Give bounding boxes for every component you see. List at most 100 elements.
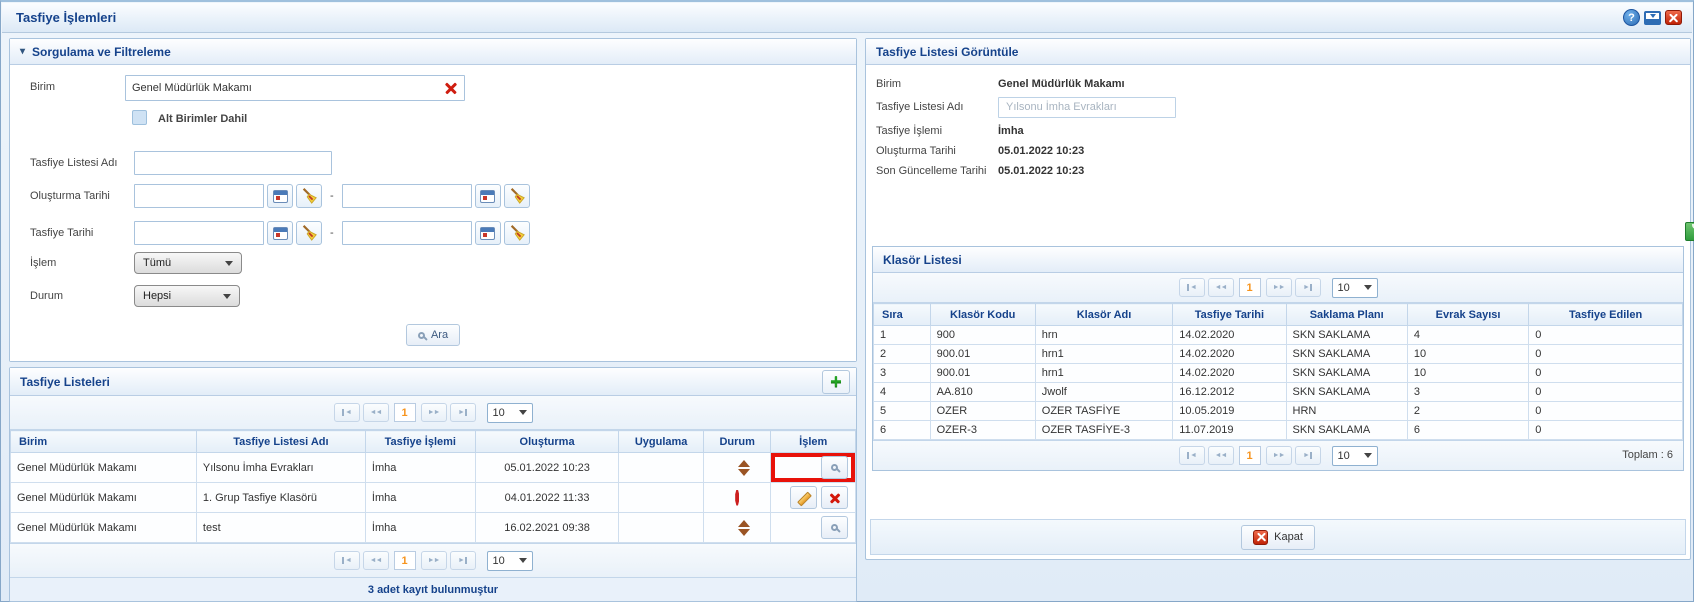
prev-page-button[interactable]: ◄◄ [1208,278,1234,297]
clear-birim-icon[interactable] [445,82,457,94]
lists-pagination-bottom: ◄ ◄◄ 1 ►► ► 10 [10,543,856,577]
tasfiye-end-calendar-button[interactable] [475,221,501,245]
first-page-button[interactable]: ◄ [334,403,360,422]
liste-adi-input[interactable] [134,151,332,175]
last-page-button[interactable]: ► [450,403,476,422]
olusturma-end-input[interactable] [342,184,472,208]
prev-page-button[interactable]: ◄◄ [1208,446,1234,465]
tasfiye-tarihi-row: - [134,221,530,245]
calendar-icon [480,190,495,203]
page-size-select[interactable]: 10 [1332,278,1378,298]
lists-section-header: Tasfiye Listeleri + [10,368,856,396]
col-olusturma: Oluşturma [475,431,619,453]
cell-tasfiye-islemi: İmha [365,513,475,543]
cell-liste-adi: 1. Grup Tasfiye Klasörü [196,483,365,513]
col-tasfiye-islemi: Tasfiye İşlemi [365,431,475,453]
islem-select-value: Tümü [143,257,171,269]
calendar-icon [273,190,288,203]
first-page-button[interactable]: ◄ [1179,278,1205,297]
current-page[interactable]: 1 [1239,278,1261,297]
next-page-button[interactable]: ►► [421,403,447,422]
olusturma-start-input[interactable] [134,184,264,208]
page-size-select[interactable]: 10 [1332,446,1378,466]
first-page-button[interactable]: ◄ [1179,446,1205,465]
page-size-select[interactable]: 10 [487,551,533,571]
next-page-button[interactable]: ►► [1266,278,1292,297]
tasfiye-start-input[interactable] [134,221,264,245]
lists-section: Tasfiye Listeleri + ◄ ◄◄ 1 ►► ► 10 [9,367,857,602]
olusturma-tarihi-row: - [134,184,530,208]
current-page[interactable]: 1 [1239,446,1261,465]
view-button[interactable] [821,456,848,479]
durum-select-value: Hepsi [143,290,171,302]
prev-page-button[interactable]: ◄◄ [363,551,389,570]
col-tasfiye-tarihi: Tasfiye Tarihi [1173,304,1286,326]
klasor-section-title: Klasör Listesi [883,253,962,267]
prev-page-button[interactable]: ◄◄ [363,403,389,422]
durum-select[interactable]: Hepsi [134,285,240,307]
last-page-button[interactable]: ► [1295,446,1321,465]
close-panel-button[interactable]: Kapat [1241,525,1315,550]
calendar-icon [273,227,288,240]
edit-button[interactable] [790,486,817,509]
table-row: 2900.01hrn114.02.2020SKN SAKLAMA100 [874,345,1683,364]
col-klasor-kodu: Klasör Kodu [930,304,1035,326]
detail-panel-title: Tasfiye Listesi Görüntüle [876,45,1018,59]
lists-pagination-top: ◄ ◄◄ 1 ►► ► 10 [10,396,856,430]
last-page-button[interactable]: ► [1295,278,1321,297]
close-icon[interactable] [1665,10,1682,25]
left-panel: ▾ Sorgulama ve Filtreleme Birim Alt Biri… [9,38,857,602]
current-page[interactable]: 1 [394,403,416,422]
lists-header-row: Birim Tasfiye Listesi Adı Tasfiye İşlemi… [11,431,856,453]
chevron-down-icon [1364,285,1372,290]
page-size-select[interactable]: 10 [487,403,533,423]
tasfiye-end-input[interactable] [342,221,472,245]
cell-birim: Genel Müdürlük Makamı [11,513,197,543]
magnifier-icon [831,464,838,471]
filter-section-header[interactable]: ▾ Sorgulama ve Filtreleme [10,39,856,65]
cell-birim: Genel Müdürlük Makamı [11,453,197,483]
olusturma-start-calendar-button[interactable] [267,184,293,208]
detail-panel-header: Tasfiye Listesi Görüntüle [866,39,1690,65]
detail-row-guncelleme: Son Güncelleme Tarihi 05.01.2022 10:23 [876,161,1690,180]
alt-birimler-checkbox[interactable] [132,110,147,125]
klasor-table: Sıra Klasör Kodu Klasör Adı Tasfiye Tari… [873,303,1683,440]
broom-icon [300,187,318,205]
olusturma-end-clear-button[interactable] [504,184,530,208]
search-icon [418,332,425,339]
next-page-button[interactable]: ►► [421,551,447,570]
tasfiye-start-calendar-button[interactable] [267,221,293,245]
table-row: 5OZEROZER TASFİYE10.05.2019HRN20 [874,402,1683,421]
side-green-file-icon[interactable] [1685,222,1694,241]
total-label: Toplam : 6 [1622,449,1673,461]
cell-durum [703,483,771,513]
tasfiye-start-clear-button[interactable] [296,221,322,245]
detail-liste-adi-input: Yılsonu İmha Evrakları [998,97,1176,118]
view-button[interactable] [821,516,848,539]
first-page-button[interactable]: ◄ [334,551,360,570]
current-page[interactable]: 1 [394,551,416,570]
tasfiye-end-clear-button[interactable] [504,221,530,245]
table-row: Genel Müdürlük Makamı test İmha 16.02.20… [11,513,856,543]
table-row: 3900.01hrn114.02.2020SKN SAKLAMA100 [874,364,1683,383]
col-durum: Durum [703,431,771,453]
birim-input[interactable] [125,75,465,101]
delete-button[interactable] [821,486,848,509]
durum-label: Durum [30,290,63,302]
collapse-arrow-icon[interactable]: ▾ [20,46,25,57]
islem-select[interactable]: Tümü [134,252,242,274]
alt-birimler-label: Alt Birimler Dahil [158,113,247,125]
olusturma-start-clear-button[interactable] [296,184,322,208]
pin-window-icon[interactable] [1644,11,1661,25]
col-liste-adi: Tasfiye Listesi Adı [196,431,365,453]
last-page-button[interactable]: ► [450,551,476,570]
olusturma-end-calendar-button[interactable] [475,184,501,208]
chevron-down-icon [519,410,527,415]
next-page-button[interactable]: ►► [1266,446,1292,465]
detail-row-liste-adi: Tasfiye Listesi Adı Yılsonu İmha Evrakla… [876,94,1690,120]
add-list-button[interactable]: + [822,370,850,394]
cell-tasfiye-islemi: İmha [365,453,475,483]
search-button[interactable]: Ara [406,324,460,346]
chevron-down-icon [223,294,231,299]
help-icon[interactable]: ? [1623,9,1640,26]
